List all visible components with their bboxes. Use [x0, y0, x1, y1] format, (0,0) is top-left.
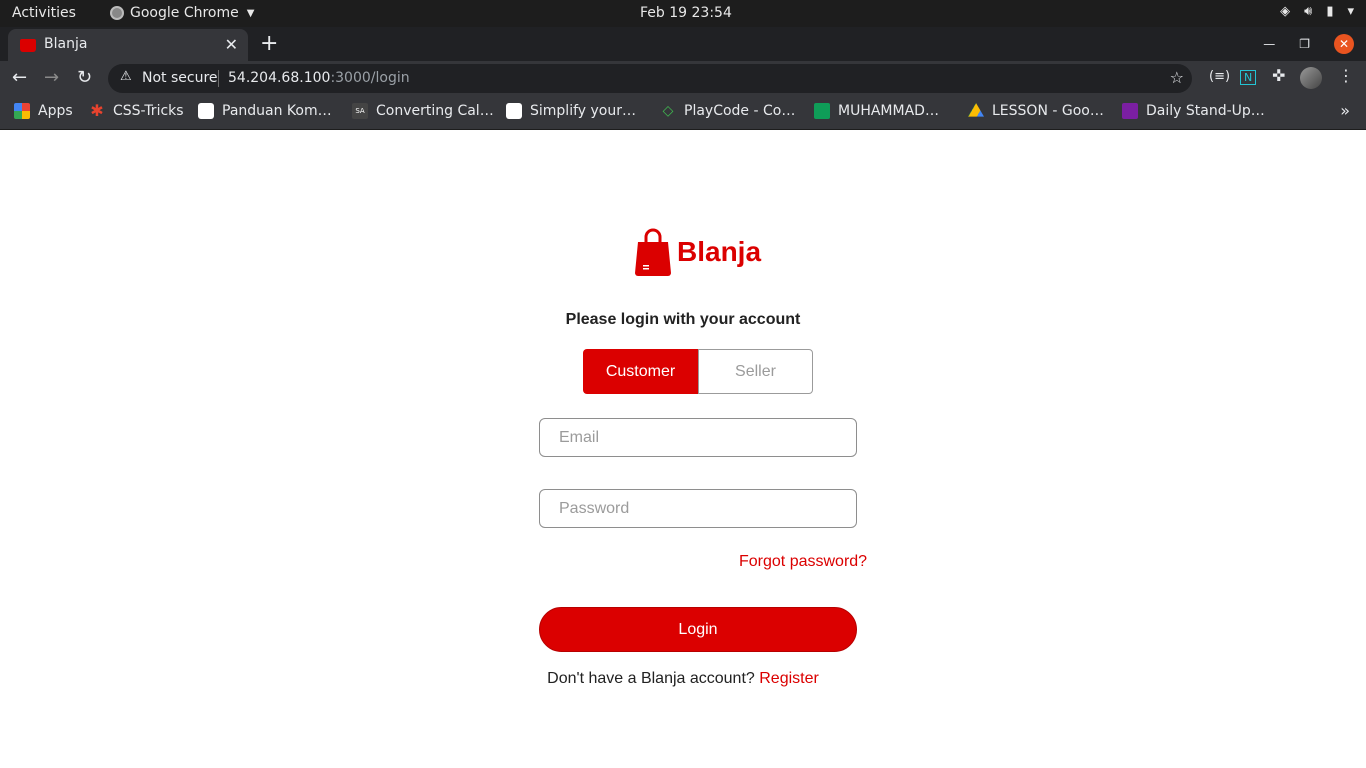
reload-icon[interactable]: ↻: [77, 67, 92, 88]
shopping-bag-icon: [635, 228, 671, 276]
bookmarks-overflow-icon[interactable]: »: [1340, 101, 1350, 120]
bookmark-item[interactable]: ◇ PlayCode - Co…: [660, 103, 796, 119]
url-text[interactable]: 54.204.68.100:3000/login: [228, 70, 410, 86]
caret-down-icon: ▼: [246, 7, 255, 19]
volume-icon: 🔊︎: [1304, 4, 1313, 19]
seller-tab[interactable]: Seller: [698, 349, 813, 394]
url-path: :3000/login: [330, 70, 410, 86]
medium-icon: [506, 103, 522, 119]
divider: [218, 70, 219, 87]
bookmark-label: Apps: [38, 103, 73, 119]
register-prompt: Don't have a Blanja account?: [547, 670, 755, 687]
bookmark-item[interactable]: LESSON - Goo…: [968, 103, 1104, 119]
brand-name: Blanja: [677, 236, 762, 267]
warning-icon[interactable]: ⚠: [120, 69, 132, 84]
app-menu[interactable]: Google Chrome ▼: [110, 5, 254, 21]
new-tab-button[interactable]: +: [260, 31, 278, 56]
close-window-icon[interactable]: ✕: [1334, 34, 1354, 54]
tab-strip: Blanja ✕ + — ❐ ✕: [0, 27, 1366, 61]
extensions-puzzle-icon[interactable]: ✜: [1272, 66, 1285, 85]
login-button[interactable]: Login: [539, 607, 857, 652]
password-input[interactable]: [539, 489, 857, 528]
bookmark-label: Converting Cal…: [376, 103, 494, 119]
bookmark-item[interactable]: SA Converting Cal…: [352, 103, 494, 119]
customer-tab[interactable]: Customer: [583, 349, 698, 394]
close-tab-icon[interactable]: ✕: [225, 35, 238, 54]
restore-icon[interactable]: ❐: [1299, 37, 1310, 51]
playcode-icon: ◇: [662, 103, 674, 119]
login-heading: Please login with your account: [565, 311, 801, 328]
chrome-menu-icon[interactable]: ⋮: [1338, 66, 1354, 85]
extension-n-icon[interactable]: N: [1240, 70, 1257, 85]
system-tray[interactable]: ◈ 🔊︎ ▮ ▾: [1280, 4, 1354, 19]
extension-icon[interactable]: (≡): [1209, 69, 1230, 84]
bookmark-label: MUHAMMAD…: [838, 103, 939, 119]
blanja-favicon-icon: [20, 39, 36, 52]
url-host: 54.204.68.100: [228, 70, 331, 86]
address-bar[interactable]: ⚠ Not secure 54.204.68.100:3000/login ☆: [108, 64, 1192, 93]
bookmark-star-icon[interactable]: ☆: [1170, 68, 1184, 87]
css-tricks-icon: ✱: [90, 101, 104, 120]
bookmark-item[interactable]: MUHAMMAD…: [814, 103, 939, 119]
email-input[interactable]: [539, 418, 857, 457]
sheets-icon: [814, 103, 830, 119]
battery-icon: ▮: [1326, 4, 1334, 19]
bookmark-label: Daily Stand-Up…: [1146, 103, 1265, 119]
forward-icon[interactable]: →: [44, 67, 59, 88]
apps-grid-icon: [14, 103, 30, 119]
clock[interactable]: Feb 19 23:54: [640, 5, 732, 21]
chrome-icon: [110, 6, 124, 20]
brand-logo: Blanja: [635, 227, 761, 277]
drive-icon: [968, 103, 984, 117]
bookmark-label: Panduan Kom…: [222, 103, 332, 119]
bookmark-label: CSS-Tricks: [113, 103, 184, 119]
login-page: Blanja Please login with your account Cu…: [0, 131, 1366, 768]
bookmark-item[interactable]: Panduan Kom…: [198, 103, 332, 119]
bookmark-item[interactable]: Daily Stand-Up…: [1122, 103, 1265, 119]
bookmark-item[interactable]: Apps: [14, 103, 73, 119]
medium-icon: [198, 103, 214, 119]
window-controls: — ❐ ✕: [1263, 34, 1354, 54]
back-icon[interactable]: ←: [12, 67, 27, 88]
wifi-icon: ◈: [1280, 4, 1291, 19]
bookmark-label: PlayCode - Co…: [684, 103, 796, 119]
tab-blanja[interactable]: Blanja ✕: [8, 29, 248, 61]
bookmark-item[interactable]: Simplify your…: [506, 103, 636, 119]
os-top-bar: Activities Google Chrome ▼ Feb 19 23:54 …: [0, 0, 1366, 27]
forgot-password-link[interactable]: Forgot password?: [739, 553, 867, 571]
minimize-icon[interactable]: —: [1263, 37, 1275, 51]
bookmark-item[interactable]: ✱ CSS-Tricks: [89, 101, 184, 120]
activities-button[interactable]: Activities: [12, 5, 76, 21]
account-type-toggle: Customer Seller: [583, 349, 813, 394]
bookmark-label: Simplify your…: [530, 103, 636, 119]
tab-title: Blanja: [44, 36, 88, 52]
app-name: Google Chrome: [130, 5, 239, 21]
bookmark-label: LESSON - Goo…: [992, 103, 1104, 119]
forms-icon: [1122, 103, 1138, 119]
register-link[interactable]: Register: [759, 670, 819, 687]
browser-toolbar: ← → ↻ ⚠ Not secure 54.204.68.100:3000/lo…: [0, 61, 1366, 95]
site-icon: SA: [352, 103, 368, 119]
bookmarks-bar: Apps ✱ CSS-Tricks Panduan Kom… SA Conver…: [0, 95, 1366, 130]
register-prompt-line: Don't have a Blanja account? Register: [0, 670, 1366, 688]
security-label[interactable]: Not secure: [142, 70, 218, 86]
profile-avatar[interactable]: [1300, 67, 1322, 89]
tray-menu-icon: ▾: [1347, 4, 1354, 19]
